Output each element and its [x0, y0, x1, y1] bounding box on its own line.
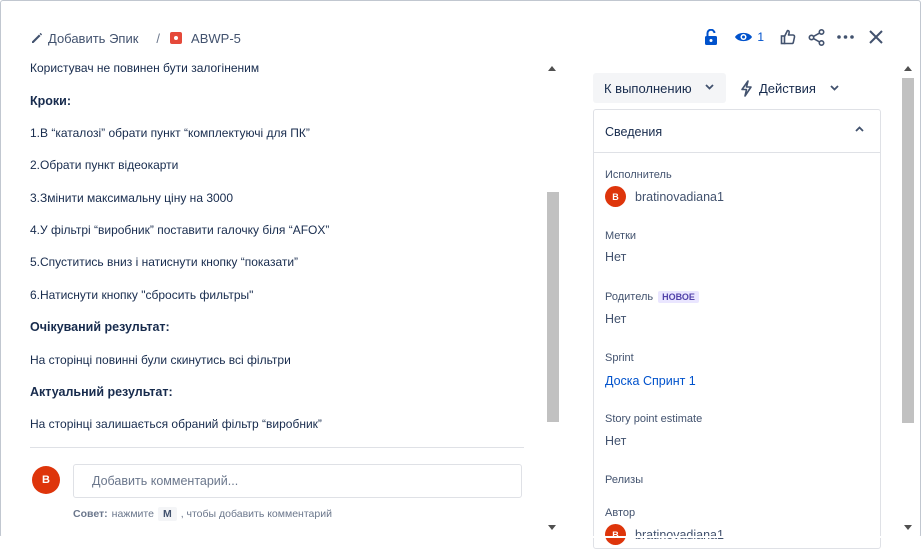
scrollbar-thumb[interactable] — [547, 192, 559, 422]
description-scrollbar[interactable] — [546, 62, 560, 534]
steps-heading: Кроки: — [30, 94, 72, 108]
tip-label: Совет: — [73, 508, 108, 520]
issue-toolbar: 1 — [692, 26, 883, 48]
details-header[interactable]: Сведения — [594, 110, 880, 153]
status-dropdown[interactable]: К выполнению — [593, 73, 726, 103]
step-item: 4.У фільтрі “виробник” поставити галочку… — [30, 223, 330, 237]
expected-heading: Очікуваний результат: — [30, 320, 170, 334]
shortcut-key: M — [157, 507, 177, 521]
pencil-icon — [32, 32, 43, 43]
labels-value[interactable]: Нет — [605, 250, 626, 264]
avatar: B — [605, 524, 626, 545]
assignee-field[interactable]: B bratinovadiana1 — [605, 186, 724, 207]
step-item: 1.В “каталозі” обрати пункт “комплектуюч… — [30, 126, 310, 140]
chevron-down-icon — [830, 85, 839, 91]
step-item: 2.Обрати пункт відеокарти — [30, 158, 179, 172]
labels-label: Метки — [605, 230, 637, 242]
actions-label: Действия — [759, 80, 816, 96]
chevron-down-icon — [705, 84, 714, 90]
author-name: bratinovadiana1 — [635, 527, 724, 542]
parent-label-text: Родитель — [605, 291, 654, 303]
tip-before: нажмите — [111, 508, 154, 520]
sprint-link[interactable]: Доска Спринт 1 — [605, 374, 696, 388]
share-icon[interactable] — [808, 28, 825, 46]
actual-result: На сторінці залишається обраний фільтр “… — [30, 417, 322, 431]
breadcrumb: Добавить Эпик / ABWP-5 — [30, 29, 241, 47]
watch-count: 1 — [757, 30, 764, 44]
actual-heading: Актуальний результат: — [30, 385, 173, 399]
thumbs-up-icon[interactable] — [780, 29, 796, 45]
comment-input[interactable]: Добавить комментарий... — [73, 464, 522, 498]
details-panel: Сведения Исполнитель B bratinovadiana1 М… — [593, 109, 881, 549]
scrollbar-thumb[interactable] — [902, 78, 914, 423]
parent-value[interactable]: Нет — [605, 312, 626, 326]
assignee-label: Исполнитель — [605, 169, 672, 181]
tip-after: , чтобы добавить комментарий — [180, 508, 332, 520]
new-badge: НОВОЕ — [658, 291, 699, 303]
issue-key-link[interactable]: ABWP-5 — [191, 31, 241, 46]
watch-button[interactable]: 1 — [734, 30, 764, 44]
lightning-icon — [741, 79, 752, 97]
status-label: К выполнению — [604, 80, 692, 96]
step-item: 3.Змінити максимальну ціну на 3000 — [30, 191, 234, 205]
details-scrollbar[interactable] — [900, 62, 916, 534]
chevron-up-icon[interactable] — [855, 126, 864, 132]
scroll-up-icon[interactable] — [548, 66, 556, 71]
scroll-up-icon[interactable] — [904, 66, 912, 71]
actions-button[interactable]: Действия — [740, 73, 839, 103]
scroll-down-icon[interactable] — [548, 525, 556, 530]
comment-tip: Совет: нажмите M , чтобы добавить коммен… — [73, 507, 332, 521]
story-points-label: Story point estimate — [605, 413, 703, 425]
releases-label: Релизы — [605, 474, 644, 486]
comment-placeholder: Добавить комментарий... — [92, 474, 239, 488]
sprint-label: Sprint — [605, 352, 634, 364]
author-field[interactable]: B bratinovadiana1 — [605, 524, 724, 545]
assignee-name: bratinovadiana1 — [635, 189, 724, 204]
parent-label: Родитель НОВОЕ — [605, 291, 699, 303]
lock-icon[interactable] — [704, 28, 718, 46]
close-icon[interactable] — [869, 30, 883, 44]
author-label: Автор — [605, 507, 636, 519]
scroll-down-icon[interactable] — [904, 525, 912, 530]
step-item: 5.Спуститись вниз і натиснути кнопку “по… — [30, 255, 299, 269]
add-epic-link[interactable]: Добавить Эпик — [48, 31, 138, 46]
avatar: B — [605, 186, 626, 207]
expected-result: На сторінці повинні були скинутись всі ф… — [30, 353, 291, 367]
details-title: Сведения — [605, 125, 663, 139]
story-points-value[interactable]: Нет — [605, 434, 626, 448]
eye-icon — [735, 32, 753, 42]
breadcrumb-separator: / — [156, 30, 161, 46]
avatar: B — [32, 466, 60, 494]
divider — [30, 447, 524, 448]
description-intro: Користувач не повинен бути залогіненим — [30, 61, 260, 75]
step-item: 6.Натиснути кнопку "сбросить фильтры" — [30, 288, 254, 302]
more-icon[interactable] — [837, 35, 854, 39]
bug-icon — [170, 32, 183, 44]
